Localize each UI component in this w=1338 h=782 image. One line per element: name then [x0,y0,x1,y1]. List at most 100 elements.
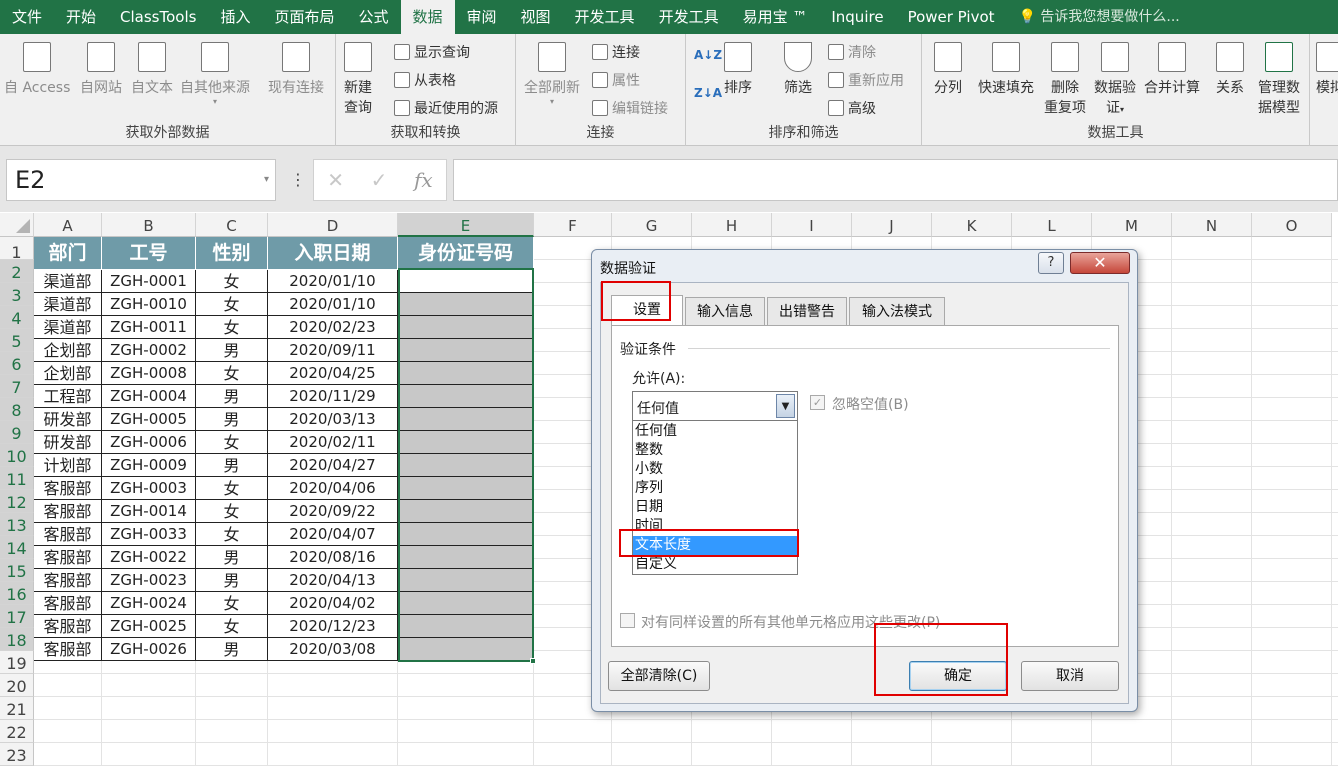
cell-gender[interactable]: 男 [196,385,268,408]
column-header-m[interactable]: M [1092,213,1172,237]
cell-hire-date[interactable]: 2020/02/23 [268,316,398,339]
option-list[interactable]: 序列 [635,479,663,498]
cell-id-number[interactable] [398,293,534,316]
option-whole-number[interactable]: 整数 [635,441,663,460]
cell-employee-id[interactable]: ZGH-0011 [102,316,196,339]
column-header-k[interactable]: K [932,213,1012,237]
cell-id-number[interactable] [398,454,534,477]
cell-dept[interactable]: 渠道部 [34,316,102,339]
cell-hire-date[interactable]: 2020/11/29 [268,385,398,408]
header-hire-date[interactable]: 入职日期 [268,237,398,270]
cancel-button[interactable]: 取消 [1021,661,1119,691]
clear-all-button[interactable]: 全部清除(C) [608,661,710,691]
row-header-9[interactable]: 9 [0,421,34,444]
row-header-14[interactable]: 14 [0,536,34,559]
row-header-7[interactable]: 7 [0,375,34,398]
column-header-o[interactable]: O [1252,213,1332,237]
more-options-icon[interactable]: ⋮ [290,170,306,189]
option-any-value[interactable]: 任何值 [635,422,677,441]
row-header-11[interactable]: 11 [0,467,34,490]
cell-dept[interactable]: 客服部 [34,546,102,569]
manage-data-model-button[interactable]: 管理数 据模型 [1258,42,1300,117]
select-all-corner[interactable] [0,213,34,237]
header-employee-id[interactable]: 工号 [102,237,196,270]
cell-dept[interactable]: 工程部 [34,385,102,408]
refresh-all-button[interactable]: 全部刷新 ▾ [524,42,580,106]
row-header-21[interactable]: 21 [0,697,34,720]
cell-hire-date[interactable]: 2020/03/08 [268,638,398,661]
cell-gender[interactable]: 女 [196,523,268,546]
ok-button[interactable]: 确定 [909,661,1007,691]
cell-hire-date[interactable]: 2020/12/23 [268,615,398,638]
row-header-16[interactable]: 16 [0,582,34,605]
tab-formulas[interactable]: 公式 [346,0,400,34]
column-header-g[interactable]: G [612,213,692,237]
insert-function-icon[interactable]: fx [414,168,433,192]
cell-id-number[interactable] [398,500,534,523]
reapply-button[interactable]: 重新应用 [828,70,904,90]
cell-id-number[interactable] [398,408,534,431]
column-header-d[interactable]: D [268,213,398,237]
enter-entry-icon[interactable]: ✓ [371,168,388,192]
cell-hire-date[interactable]: 2020/09/11 [268,339,398,362]
new-query-button[interactable]: 新建 查询 [344,42,372,117]
from-access-button[interactable]: 自 Access [4,42,70,97]
option-date[interactable]: 日期 [635,498,663,517]
cell-employee-id[interactable]: ZGH-0025 [102,615,196,638]
cell-gender[interactable]: 女 [196,615,268,638]
advanced-filter-button[interactable]: 高级 [828,98,876,118]
cell-employee-id[interactable]: ZGH-0001 [102,270,196,293]
row-header-13[interactable]: 13 [0,513,34,536]
row-header-12[interactable]: 12 [0,490,34,513]
relationships-button[interactable]: 关系 [1216,42,1244,97]
column-header-f[interactable]: F [534,213,612,237]
column-header-i[interactable]: I [772,213,852,237]
cell-gender[interactable]: 女 [196,362,268,385]
consolidate-button[interactable]: 合并计算 [1144,42,1200,97]
cell-hire-date[interactable]: 2020/04/02 [268,592,398,615]
tab-file[interactable]: 文件 [0,0,54,34]
cell-id-number[interactable] [398,385,534,408]
row-header-22[interactable]: 22 [0,720,34,743]
cell-gender[interactable]: 男 [196,339,268,362]
option-time[interactable]: 时间 [635,517,663,536]
tab-ime-mode[interactable]: 输入法模式 [849,297,945,325]
cell-gender[interactable]: 男 [196,454,268,477]
sort-button[interactable]: 排序 [724,42,752,97]
column-header-j[interactable]: J [852,213,932,237]
tab-classtools[interactable]: ClassTools [108,0,208,34]
column-header-b[interactable]: B [102,213,196,237]
cell-dept[interactable]: 渠道部 [34,293,102,316]
cell-dept[interactable]: 客服部 [34,615,102,638]
cell-gender[interactable]: 男 [196,546,268,569]
cell-employee-id[interactable]: ZGH-0002 [102,339,196,362]
row-header-18[interactable]: 18 [0,628,34,651]
cell-employee-id[interactable]: ZGH-0014 [102,500,196,523]
cell-dept[interactable]: 客服部 [34,477,102,500]
tab-error-alert[interactable]: 出错警告 [767,297,847,325]
cell-dept[interactable]: 客服部 [34,569,102,592]
data-validation-button[interactable]: 数据验 证▾ [1094,42,1136,117]
tab-power-pivot[interactable]: Power Pivot [896,0,1007,34]
cell-dept[interactable]: 企划部 [34,362,102,385]
clear-filter-button[interactable]: 清除 [828,42,876,62]
row-header-17[interactable]: 17 [0,605,34,628]
cell-id-number[interactable] [398,339,534,362]
row-header-5[interactable]: 5 [0,329,34,352]
tell-me-search[interactable]: 💡 告诉我您想要做什么... [1007,0,1192,34]
cell-employee-id[interactable]: ZGH-0005 [102,408,196,431]
tab-data[interactable]: 数据 [400,0,455,34]
cell-gender[interactable]: 女 [196,270,268,293]
name-box[interactable]: E2 ▾ [6,159,276,201]
cell-id-number[interactable] [398,638,534,661]
tab-input-message[interactable]: 输入信息 [685,297,765,325]
header-gender[interactable]: 性别 [196,237,268,270]
cell-hire-date[interactable]: 2020/03/13 [268,408,398,431]
cell-employee-id[interactable]: ZGH-0023 [102,569,196,592]
show-queries-button[interactable]: 显示查询 [394,42,470,62]
row-header-2[interactable]: 2 [0,260,34,283]
row-header-6[interactable]: 6 [0,352,34,375]
cell-hire-date[interactable]: 2020/04/25 [268,362,398,385]
cell-gender[interactable]: 女 [196,431,268,454]
tab-inquire[interactable]: Inquire [819,0,895,34]
